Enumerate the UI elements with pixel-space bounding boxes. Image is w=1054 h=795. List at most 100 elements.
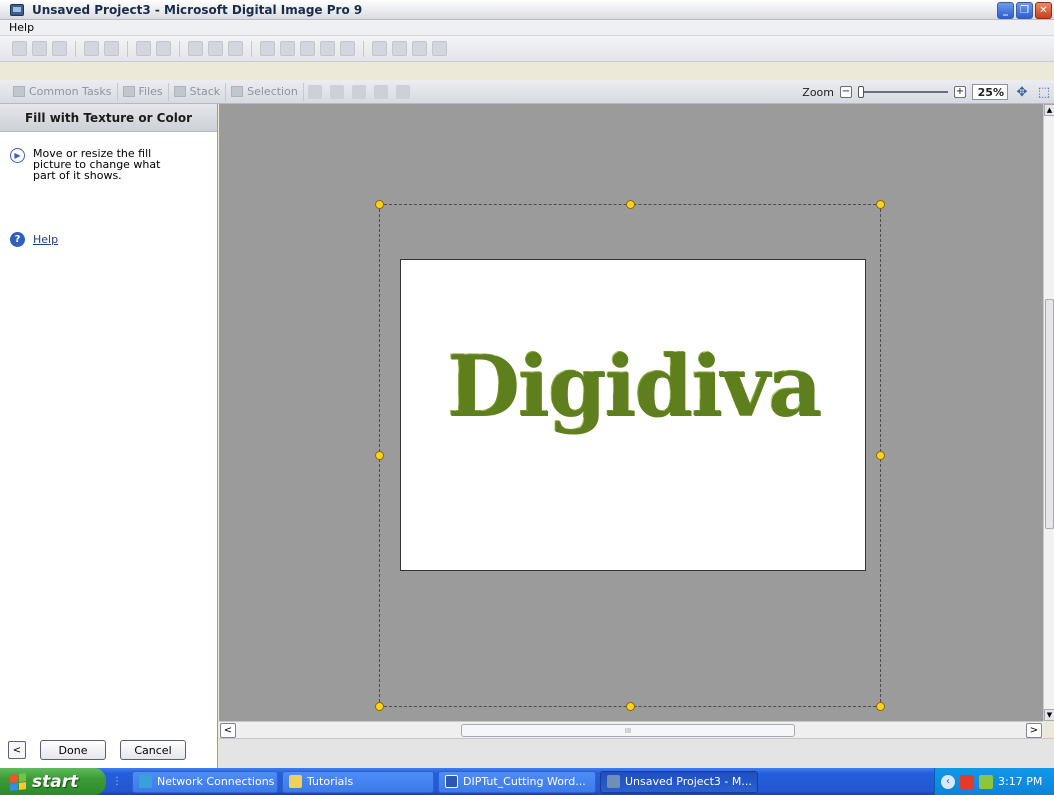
crop-icon[interactable] (340, 41, 355, 56)
taskbar-item-label: DIPTut_Cutting Word... (463, 775, 586, 788)
help-link-row[interactable]: ? Help (10, 232, 58, 247)
instruction-text: Move or resize the fill picture to chang… (33, 147, 161, 182)
redo-icon[interactable] (156, 41, 171, 56)
resize-handle-top[interactable] (626, 200, 635, 209)
magic-wand-icon[interactable] (351, 84, 366, 99)
menu-bar: Help (0, 20, 1054, 36)
start-button[interactable]: start (0, 768, 106, 795)
scroll-right-button[interactable]: > (1026, 723, 1042, 738)
common-tasks-button[interactable]: Common Tasks (8, 82, 118, 101)
canvas-page[interactable]: Digidiva (400, 259, 866, 571)
resize-handle-right[interactable] (876, 451, 885, 460)
lasso-tool-icon[interactable] (329, 84, 344, 99)
status-bar (219, 738, 1054, 768)
eyedropper-icon[interactable] (395, 84, 410, 99)
scroll-down-icon[interactable]: ▼ (1044, 709, 1054, 721)
effects-icon[interactable] (412, 41, 427, 56)
cut-icon[interactable] (188, 41, 203, 56)
taskbar-item-label: Tutorials (307, 775, 354, 788)
levels-icon[interactable] (392, 41, 407, 56)
window-title: Unsaved Project3 - Microsoft Digital Ima… (32, 2, 363, 17)
selection-button[interactable]: Selection (226, 82, 304, 101)
horizontal-scrollbar[interactable]: < III > (219, 721, 1043, 738)
zoom-slider-thumb[interactable] (858, 86, 864, 98)
zoom-value[interactable]: 25% (972, 84, 1008, 100)
help-icon: ? (10, 232, 25, 247)
system-tray: ‹ 3:17 PM (934, 768, 1054, 795)
folder-icon (289, 775, 302, 788)
resize-handle-bottom-right[interactable] (876, 702, 885, 711)
common-tasks-icon (13, 86, 25, 97)
selection-icon (231, 86, 244, 97)
toolbar-separator (75, 40, 76, 57)
zonealarm-icon[interactable] (960, 774, 974, 789)
stack-button[interactable]: Stack (169, 82, 227, 101)
fit-to-window-icon[interactable]: ⬚ (1036, 84, 1052, 100)
toolbar-separator (127, 40, 128, 57)
taskbar-item-word-document[interactable]: DIPTut_Cutting Word... (438, 770, 596, 793)
files-button[interactable]: Files (118, 82, 169, 101)
toolbar-separator (179, 40, 180, 57)
quick-launch-grip[interactable]: ⋮ (106, 768, 128, 795)
flip-vertical-icon[interactable] (280, 41, 295, 56)
zoom-in-button[interactable]: + (954, 86, 966, 98)
cancel-button[interactable]: Cancel (120, 740, 186, 760)
task-pane-buttons: < Done Cancel (8, 740, 186, 760)
vertical-scroll-thumb[interactable] (1045, 299, 1054, 529)
task-pane-title: Fill with Texture or Color (0, 104, 217, 132)
taskbar-item-digital-image-pro[interactable]: Unsaved Project3 - M... (600, 770, 758, 793)
standard-toolbar (0, 36, 1054, 62)
common-tasks-label: Common Tasks (29, 85, 112, 98)
resize-handle-top-left[interactable] (375, 200, 384, 209)
vertical-scrollbar[interactable]: ▲ ▼ (1043, 104, 1054, 721)
zoom-slider[interactable] (858, 86, 948, 98)
help-link[interactable]: Help (33, 233, 58, 246)
auto-fix-icon[interactable] (372, 41, 387, 56)
window-controls: _ ❐ ✕ (997, 2, 1052, 19)
flip-horizontal-icon[interactable] (260, 41, 275, 56)
resize-handle-top-right[interactable] (876, 200, 885, 209)
instruction-row: ▶ Move or resize the fill picture to cha… (0, 132, 217, 181)
undo-icon[interactable] (136, 41, 151, 56)
scroll-up-icon[interactable]: ▲ (1044, 104, 1054, 116)
menu-help[interactable]: Help (9, 21, 34, 34)
copy-icon[interactable] (208, 41, 223, 56)
pan-icon[interactable]: ✥ (1014, 84, 1030, 100)
windows-taskbar: start ⋮ Network Connections Tutorials DI… (0, 768, 1054, 795)
print-preview-icon[interactable] (104, 41, 119, 56)
stack-icon (173, 86, 186, 97)
new-icon[interactable] (12, 41, 27, 56)
resize-handle-bottom[interactable] (626, 702, 635, 711)
scroll-left-button[interactable]: < (220, 723, 236, 738)
show-hidden-icons-button[interactable]: ‹ (941, 774, 955, 789)
command-bar: Common Tasks Files Stack Selection Zoom … (0, 80, 1054, 104)
minimize-button[interactable]: _ (997, 2, 1014, 19)
taskbar-item-network-connections[interactable]: Network Connections (132, 770, 278, 793)
save-icon[interactable] (52, 41, 67, 56)
zoom-out-button[interactable]: − (840, 86, 852, 98)
app-icon[interactable] (10, 3, 24, 16)
resize-handle-bottom-left[interactable] (375, 702, 384, 711)
done-button[interactable]: Done (40, 740, 106, 760)
resize-handle-left[interactable] (375, 451, 384, 460)
paste-icon[interactable] (228, 41, 243, 56)
horizontal-scroll-thumb[interactable]: III (461, 724, 795, 737)
network-status-icon[interactable] (979, 774, 993, 789)
print-icon[interactable] (84, 41, 99, 56)
textured-word-art[interactable]: Digidiva (446, 336, 821, 435)
open-icon[interactable] (32, 41, 47, 56)
rotate-left-icon[interactable] (300, 41, 315, 56)
magnifier-icon[interactable] (373, 84, 388, 99)
restore-button[interactable]: ❐ (1016, 2, 1033, 19)
taskbar-item-tutorials[interactable]: Tutorials (282, 770, 434, 793)
task-pane: Fill with Texture or Color ▶ Move or res… (0, 104, 218, 768)
selection-label: Selection (247, 85, 298, 98)
rotate-right-icon[interactable] (320, 41, 335, 56)
toolbar-separator (251, 40, 252, 57)
clock[interactable]: 3:17 PM (998, 775, 1042, 788)
back-button[interactable]: < (8, 741, 26, 759)
close-button[interactable]: ✕ (1035, 2, 1052, 19)
network-icon (139, 775, 152, 788)
brush-icon[interactable] (432, 41, 447, 56)
pointer-tool-icon[interactable] (307, 84, 322, 99)
